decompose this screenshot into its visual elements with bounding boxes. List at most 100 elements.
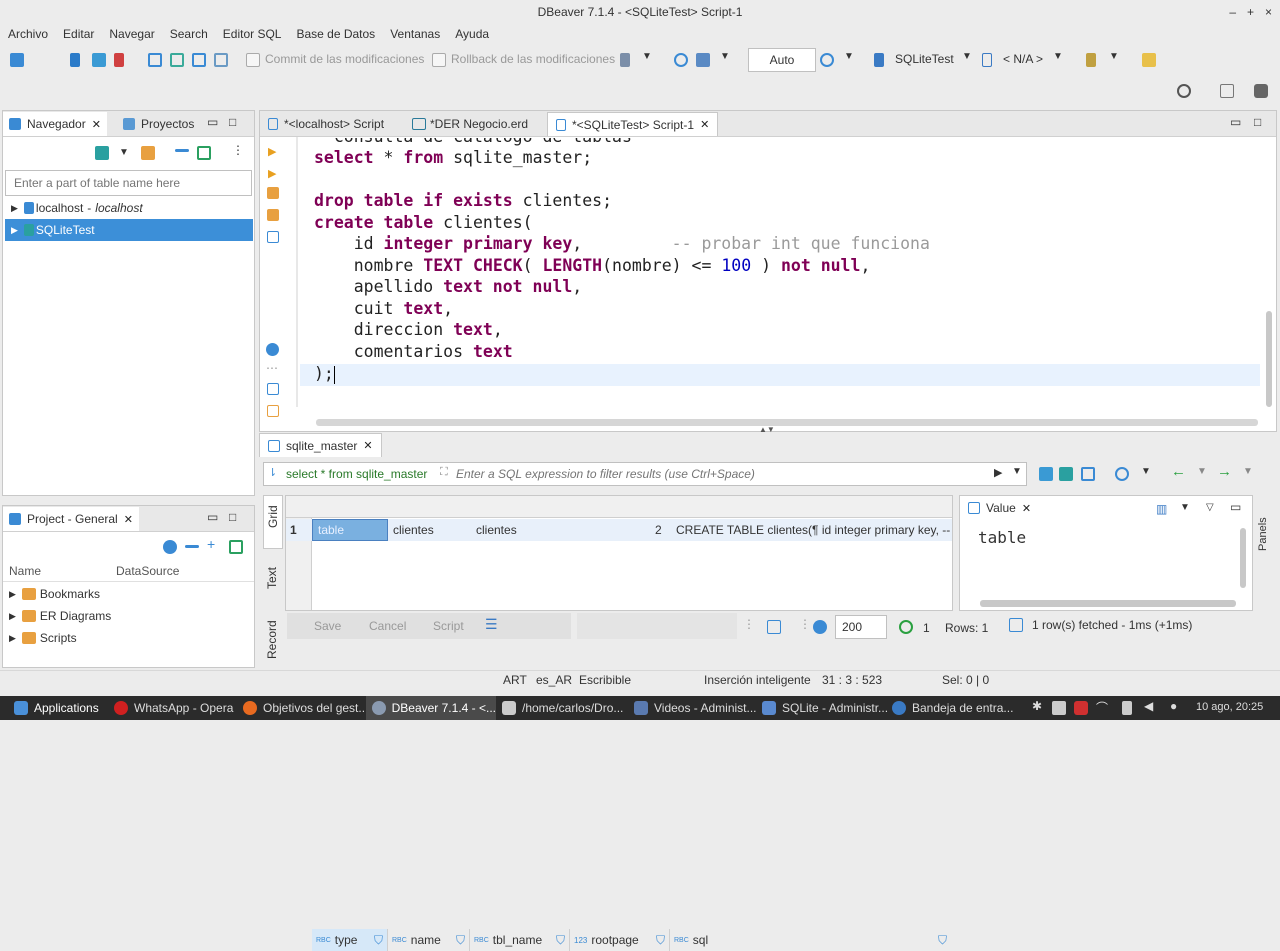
minimize-icon[interactable]: ▭ [1230, 500, 1241, 514]
disconnect-icon[interactable] [114, 53, 124, 67]
gear-icon[interactable] [266, 343, 279, 356]
chevron-down-icon[interactable]: ▼ [962, 51, 972, 62]
chevron-down-icon[interactable]: ▼ [1053, 51, 1063, 62]
active-schema[interactable]: < N/A > [1003, 52, 1043, 66]
tab-proyectos[interactable]: Proyectos [119, 112, 198, 136]
cell-name[interactable]: clientes [393, 523, 434, 537]
column-header-sql[interactable]: RBC sql ⛉ [670, 929, 953, 951]
tx-icon-2[interactable] [170, 53, 184, 67]
filter-input[interactable] [456, 464, 986, 484]
cell-sql[interactable]: CREATE TABLE clientes(¶ id integer prima… [676, 523, 952, 537]
value-h-scrollbar[interactable] [980, 600, 1236, 607]
schema-icon[interactable] [982, 53, 992, 67]
side-tab-grid[interactable]: Grid [263, 495, 283, 549]
code-line-8[interactable]: cuit text, [314, 299, 453, 318]
chevron-right-icon[interactable]: ▶ [9, 611, 16, 622]
column-header-tbl-name[interactable]: RBC tbl_name ⛉ [470, 929, 570, 951]
chevron-down-icon[interactable]: ▼ [119, 147, 129, 158]
minimize-icon[interactable]: ▭ [1230, 115, 1241, 129]
cell-rootpage[interactable]: 2 [655, 523, 662, 537]
code-line-5[interactable]: id integer primary key, -- probar int qu… [314, 234, 930, 253]
notifications-icon[interactable]: ● [1170, 699, 1177, 713]
list-icon[interactable]: ☰ [485, 616, 498, 633]
maximize-icon[interactable]: □ [229, 510, 236, 524]
table-filter-input[interactable] [5, 170, 252, 196]
gear-icon[interactable] [163, 540, 177, 554]
chevron-down-icon[interactable]: ▼ [720, 51, 730, 62]
session-icon[interactable] [696, 53, 710, 67]
tab-der-negocio[interactable]: *DER Negocio.erd [404, 112, 536, 136]
maximize-icon[interactable]: □ [229, 115, 236, 129]
query-text[interactable]: select * from sqlite_master [286, 467, 427, 481]
v-scrollbar[interactable] [1266, 311, 1272, 407]
filter-icon[interactable]: ⛉ [656, 933, 665, 948]
chevron-down-icon[interactable]: ▼ [1109, 51, 1119, 62]
minimize-icon[interactable]: – [1229, 0, 1236, 24]
close-icon[interactable]: ✕ [700, 118, 709, 131]
menu-archivo[interactable]: Archivo [8, 27, 48, 41]
gear-icon[interactable] [813, 620, 827, 634]
new-folder-icon[interactable] [141, 146, 155, 160]
filter-icon[interactable]: ⛉ [556, 933, 565, 948]
clock[interactable]: 10 ago, 20:25 [1196, 701, 1263, 713]
taskbar-item-bandeja[interactable]: Bandeja de entra... [892, 696, 1013, 720]
new-connection-icon[interactable] [10, 53, 24, 67]
applications-menu[interactable]: Applications [14, 696, 99, 720]
close-icon[interactable]: ✕ [363, 439, 372, 452]
execute-new-tab-icon[interactable] [267, 187, 279, 199]
code-line-4[interactable]: create table clientes( [314, 213, 533, 232]
export-icon[interactable] [267, 383, 279, 395]
bluetooth-icon[interactable]: ✱ [1032, 699, 1042, 713]
column-header-rootpage[interactable]: 123 rootpage ⛉ [570, 929, 670, 951]
tx-icon-3[interactable] [192, 53, 206, 67]
wifi-icon[interactable]: ⌒ [1096, 699, 1108, 716]
project-item-scripts[interactable]: ▶ Scripts [3, 627, 251, 649]
dashboard-icon[interactable] [674, 53, 688, 67]
close-icon[interactable]: ✕ [92, 118, 101, 131]
datasource-icon[interactable] [874, 53, 884, 67]
chevron-down-icon[interactable]: ▼ [844, 51, 854, 62]
tree-item-localhost[interactable]: ▶ localhost - localhost [5, 197, 253, 219]
menu-ventanas[interactable]: Ventanas [390, 27, 440, 41]
side-tab-text[interactable]: Text [263, 555, 283, 607]
forward-icon[interactable]: → [1217, 463, 1232, 480]
taskbar-item-objetivos[interactable]: Objetivos del gest... [243, 696, 368, 720]
new-connection-icon[interactable] [95, 146, 109, 160]
chevron-down-icon[interactable]: ▼ [1180, 502, 1190, 513]
code-line-1[interactable]: select * from sqlite_master; [314, 148, 592, 167]
project-item-er-diagrams[interactable]: ▶ ER Diagrams [3, 605, 251, 627]
transaction-mode-icon[interactable] [620, 53, 630, 67]
refresh-icon[interactable] [899, 620, 913, 634]
minimize-icon[interactable]: ▭ [207, 510, 218, 524]
export-icon[interactable] [767, 620, 781, 634]
commit-button[interactable]: Commit de las modificaciones [265, 52, 424, 66]
history-icon[interactable] [820, 53, 834, 67]
code-line-10[interactable]: comentarios text [314, 342, 513, 361]
record-icon[interactable] [1074, 701, 1088, 715]
reconnect-icon[interactable] [92, 53, 106, 67]
chevron-down-icon[interactable]: ▼ [642, 51, 652, 62]
add-icon[interactable]: + [207, 536, 215, 552]
code-line-7[interactable]: apellido text not null, [314, 277, 582, 296]
chevron-down-icon[interactable]: ▼ [1012, 466, 1022, 477]
menu-navegar[interactable]: Navegar [109, 27, 154, 41]
tx-icon-4[interactable] [214, 53, 228, 67]
column-header-name[interactable]: RBC name ⛉ [388, 929, 470, 951]
close-icon[interactable]: × [1265, 0, 1272, 24]
pen-icon[interactable] [1086, 53, 1096, 67]
tab-project-general[interactable]: Project - General ✕ [3, 507, 139, 531]
refresh-icon[interactable] [1115, 467, 1129, 481]
import-icon[interactable] [267, 405, 279, 417]
dbeaver-perspective-icon[interactable] [1254, 84, 1268, 98]
project-item-bookmarks[interactable]: ▶ Bookmarks [3, 583, 251, 605]
load-plan-icon[interactable] [267, 231, 279, 243]
tx-icon-1[interactable] [148, 53, 162, 67]
filter-settings-icon[interactable] [1059, 467, 1073, 481]
chevron-right-icon[interactable]: ▶ [11, 225, 18, 236]
chevron-down-icon[interactable]: ▼ [1243, 466, 1253, 477]
filter-icon[interactable]: ⛉ [456, 933, 465, 948]
close-icon[interactable]: ✕ [1022, 502, 1031, 515]
tree-item-sqlitetest[interactable]: ▶ SQLiteTest [5, 219, 253, 241]
taskbar-item-terminal[interactable]: /home/carlos/Dro... [502, 696, 623, 720]
history-icon[interactable] [1081, 467, 1095, 481]
